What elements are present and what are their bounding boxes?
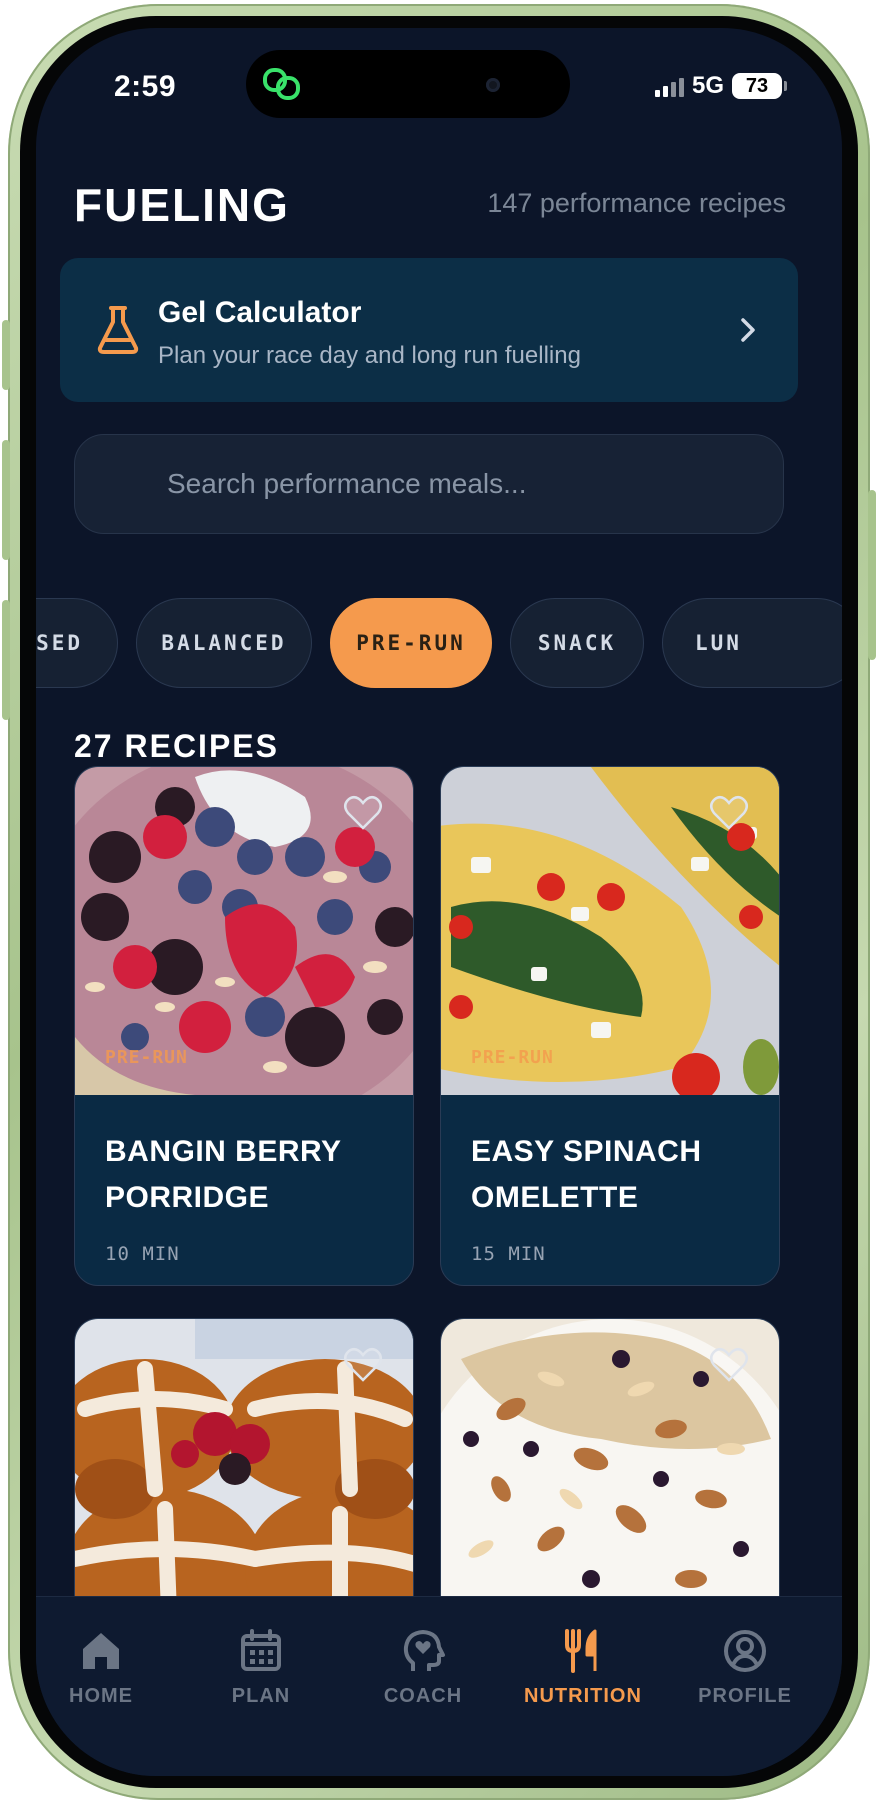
action-button: [2, 320, 10, 390]
recipe-title-line: PORRIDGE: [105, 1181, 270, 1214]
nav-label: PROFILE: [698, 1685, 792, 1707]
dynamic-island: [246, 50, 570, 118]
linked-rings-icon: [263, 68, 300, 100]
power-button: [868, 490, 876, 660]
recipe-card-berry-porridge[interactable]: PRE-RUN BANGIN BERRY PORRIDGE 10 MIN: [74, 766, 414, 1286]
battery-level: 73: [745, 74, 769, 97]
recipe-tag: PRE-RUN: [105, 1047, 188, 1068]
favorite-heart-icon[interactable]: [343, 795, 383, 831]
search-placeholder: Search performance meals...: [167, 468, 527, 499]
filter-chip-label: PRE-RUN: [356, 631, 466, 655]
battery-icon: 73: [732, 73, 787, 99]
nav-item-home[interactable]: HOME: [36, 1627, 176, 1708]
nav-item-nutrition[interactable]: NUTRITION: [508, 1627, 658, 1708]
nav-label: HOME: [69, 1685, 133, 1707]
filter-chip-balanced[interactable]: BALANCED: [136, 598, 312, 688]
recipe-title: EASY SPINACH OMELETTE: [471, 1129, 761, 1221]
status-time: 2:59: [114, 70, 177, 103]
gel-calculator-title: Gel Calculator: [158, 296, 362, 329]
chevron-right-icon: [741, 318, 755, 342]
filter-chip-label: SNACK: [537, 631, 617, 655]
signal-icon: [654, 75, 684, 97]
volume-down-button: [2, 600, 10, 720]
app-screen: 2:59 5G 73 FUELING 147 performance recip…: [36, 28, 842, 1776]
coach-head-icon: [403, 1630, 445, 1671]
filter-chip-snack[interactable]: SNACK: [510, 598, 644, 688]
network-label: 5G: [691, 72, 724, 99]
nav-label: COACH: [383, 1685, 463, 1707]
filter-chip-label: ASED: [36, 631, 83, 655]
nav-label: PLAN: [231, 1685, 291, 1707]
bottom-nav: HOME PLAN COACH NUTRITION PROFILE: [36, 1596, 842, 1776]
recipe-time: 10 MIN: [105, 1243, 180, 1265]
filter-chip-label: BALANCED: [161, 631, 287, 655]
recipe-title-line: EASY SPINACH: [471, 1135, 702, 1168]
gel-calculator-card[interactable]: Gel Calculator Plan your race day and lo…: [60, 258, 798, 402]
page-title: FUELING: [74, 179, 290, 231]
volume-up-button: [2, 440, 10, 560]
search-input[interactable]: Search performance meals...: [74, 434, 784, 534]
filter-chip-lunch[interactable]: LUN: [662, 598, 842, 688]
recipe-card-spinach-omelette[interactable]: PRE-RUN EASY SPINACH OMELETTE 15 MIN: [440, 766, 780, 1286]
calendar-icon: [241, 1629, 281, 1671]
recipe-title-line: BANGIN BERRY: [105, 1135, 342, 1168]
fork-knife-icon: [565, 1629, 597, 1673]
filter-chip-label: LUN: [695, 631, 742, 655]
nav-item-coach[interactable]: COACH: [348, 1627, 498, 1708]
favorite-heart-icon[interactable]: [709, 795, 749, 831]
recipe-time: 15 MIN: [471, 1243, 546, 1265]
recipe-title-line: OMELETTE: [471, 1181, 639, 1214]
recipe-title: BANGIN BERRY PORRIDGE: [105, 1129, 395, 1221]
filter-chips: ASED BALANCED PRE-RUN SNACK LUN: [36, 598, 842, 688]
profile-icon: [724, 1630, 766, 1672]
home-icon: [83, 1633, 119, 1669]
nav-label: NUTRITION: [524, 1685, 642, 1707]
recipe-tag: PRE-RUN: [471, 1047, 554, 1068]
nav-item-profile[interactable]: PROFILE: [670, 1627, 820, 1708]
status-indicators: 5G 73: [654, 72, 787, 100]
camera-icon: [486, 78, 500, 92]
results-count: 27 RECIPES: [74, 728, 279, 764]
filter-chip-pre-run[interactable]: PRE-RUN: [330, 598, 492, 688]
gel-calculator-subtitle: Plan your race day and long run fuelling: [158, 342, 581, 369]
filter-chip-based[interactable]: ASED: [36, 598, 118, 688]
favorite-heart-icon[interactable]: [709, 1347, 749, 1383]
recipe-total: 147 performance recipes: [487, 188, 786, 218]
nav-item-plan[interactable]: PLAN: [186, 1627, 336, 1708]
flask-icon: [97, 306, 139, 354]
favorite-heart-icon[interactable]: [343, 1347, 383, 1383]
